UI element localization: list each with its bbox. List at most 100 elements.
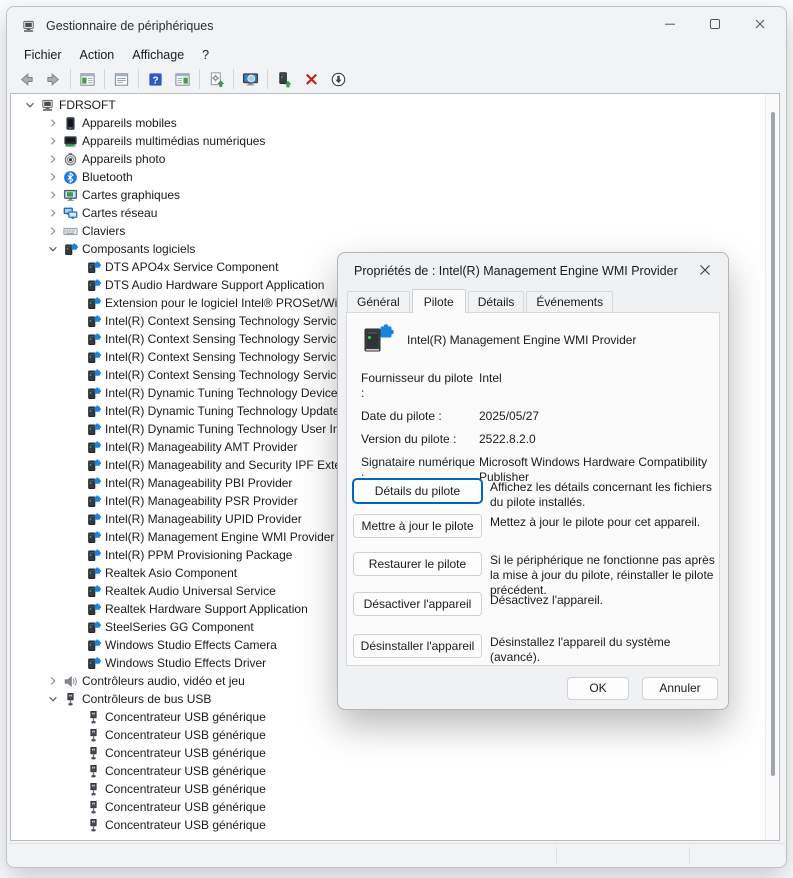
toolbar-separator xyxy=(199,69,200,89)
chevron-collapsed-icon[interactable] xyxy=(44,115,61,131)
tree-item-label: Intel(R) Manageability PSR Provider xyxy=(105,494,298,508)
properties-icon[interactable] xyxy=(108,67,135,91)
device-name: Intel(R) Management Engine WMI Provider xyxy=(407,333,636,347)
tree-item-label: DTS APO4x Service Component xyxy=(105,260,278,274)
software-component-icon xyxy=(84,493,102,509)
media-device-icon xyxy=(61,133,79,149)
chevron-expanded-icon[interactable] xyxy=(44,691,61,707)
tree-item[interactable]: Bluetooth xyxy=(11,168,764,186)
vertical-scrollbar[interactable] xyxy=(765,94,779,840)
tab-evenements[interactable]: Événements xyxy=(526,291,613,312)
tree-item[interactable]: Claviers xyxy=(11,222,764,240)
cancel-button[interactable]: Annuler xyxy=(642,677,718,700)
tree-item-label: Intel(R) PPM Provisioning Package xyxy=(105,548,292,562)
tree-item-label: Concentrateur USB générique xyxy=(105,746,266,760)
update-driver-icon[interactable] xyxy=(271,67,298,91)
driver-details-button[interactable]: Détails du pilote xyxy=(353,479,482,503)
driver-field-row: Fournisseur du pilote :Intel xyxy=(347,371,715,401)
chevron-spacer xyxy=(67,421,84,437)
forward-icon[interactable] xyxy=(40,67,67,91)
tree-item[interactable]: Concentrateur USB générique xyxy=(11,762,764,780)
tree-item-label: Composants logiciels xyxy=(82,242,195,256)
chevron-spacer xyxy=(67,529,84,545)
roll-back-driver-button[interactable]: Restaurer le pilote xyxy=(353,552,482,576)
tree-item[interactable]: Concentrateur USB générique xyxy=(11,816,764,834)
chevron-spacer xyxy=(67,619,84,635)
tree-item-label: Contrôleurs de bus USB xyxy=(82,692,211,706)
tab-pilote[interactable]: Pilote xyxy=(412,289,466,313)
tree-item[interactable]: Appareils mobiles xyxy=(11,114,764,132)
chevron-spacer xyxy=(67,295,84,311)
scrollbar-thumb[interactable] xyxy=(771,112,775,776)
tree-item[interactable]: Concentrateur USB générique xyxy=(11,780,764,798)
tree-item[interactable]: Cartes graphiques xyxy=(11,186,764,204)
disable-device-button[interactable]: Désactiver l'appareil xyxy=(353,592,482,616)
menu-affichage[interactable]: Affichage xyxy=(123,47,193,63)
software-component-icon xyxy=(84,439,102,455)
back-icon[interactable] xyxy=(13,67,40,91)
add-drivers-icon[interactable] xyxy=(203,67,230,91)
caption-buttons xyxy=(647,7,782,45)
action-pane-icon[interactable] xyxy=(169,67,196,91)
chevron-collapsed-icon[interactable] xyxy=(44,187,61,203)
tree-item-label: Concentrateur USB générique xyxy=(105,800,266,814)
chevron-spacer xyxy=(67,511,84,527)
software-component-icon xyxy=(84,295,102,311)
chevron-collapsed-icon[interactable] xyxy=(44,223,61,239)
tree-item[interactable]: Concentrateur USB générique xyxy=(11,744,764,762)
chevron-expanded-icon[interactable] xyxy=(21,97,38,113)
camera-icon xyxy=(61,151,79,167)
tab-general[interactable]: Général xyxy=(347,291,410,312)
chevron-collapsed-icon[interactable] xyxy=(44,133,61,149)
tree-item-label: Intel(R) Context Sensing Technology Serv… xyxy=(105,314,343,328)
tree-item[interactable]: FDRSOFT xyxy=(11,96,764,114)
chevron-collapsed-icon[interactable] xyxy=(44,151,61,167)
maximize-button[interactable] xyxy=(692,7,737,45)
tree-item-label: Realtek Audio Universal Service xyxy=(105,584,276,598)
tab-details[interactable]: Détails xyxy=(468,291,525,312)
show-console-tree-icon[interactable] xyxy=(74,67,101,91)
chevron-spacer xyxy=(67,403,84,419)
software-component-icon xyxy=(84,601,102,617)
keyboard-icon xyxy=(61,223,79,239)
menu-fichier[interactable]: Fichier xyxy=(15,47,71,63)
chevron-collapsed-icon[interactable] xyxy=(44,673,61,689)
update-driver-description: Mettez à jour le pilote pour cet apparei… xyxy=(490,515,716,530)
chevron-collapsed-icon[interactable] xyxy=(44,205,61,221)
chevron-expanded-icon[interactable] xyxy=(44,241,61,257)
ok-button[interactable]: OK xyxy=(567,677,629,700)
tree-item[interactable]: Appareils multimédias numériques xyxy=(11,132,764,150)
tree-item[interactable]: Concentrateur USB générique xyxy=(11,726,764,744)
close-button[interactable] xyxy=(737,7,782,45)
menu-action[interactable]: Action xyxy=(71,47,124,63)
scan-hardware-changes-icon[interactable] xyxy=(237,67,264,91)
field-label: Fournisseur du pilote : xyxy=(347,371,479,401)
chevron-spacer xyxy=(67,655,84,671)
toolbar: ? xyxy=(7,64,786,94)
field-value: Intel xyxy=(479,371,709,401)
uninstall-device-icon[interactable] xyxy=(298,67,325,91)
close-icon xyxy=(754,17,766,35)
disable-device-description: Désactivez l'appareil. xyxy=(490,593,716,608)
chevron-spacer xyxy=(67,331,84,347)
help-icon[interactable]: ? xyxy=(142,67,169,91)
tree-item-label: Intel(R) Manageability PBI Provider xyxy=(105,476,292,490)
window-title: Gestionnaire de périphériques xyxy=(46,19,213,33)
chevron-spacer xyxy=(67,763,84,779)
update-driver-button[interactable]: Mettre à jour le pilote xyxy=(353,514,482,538)
usb-icon xyxy=(84,727,102,743)
uninstall-device-button[interactable]: Désinstaller l'appareil xyxy=(353,634,482,658)
tree-item[interactable]: Cartes réseau xyxy=(11,204,764,222)
tree-item[interactable]: Concentrateur USB générique xyxy=(11,798,764,816)
dialog-close-button[interactable] xyxy=(690,258,720,284)
chevron-spacer xyxy=(67,781,84,797)
software-component-icon xyxy=(84,259,102,275)
chevron-collapsed-icon[interactable] xyxy=(44,169,61,185)
disable-device-icon[interactable] xyxy=(325,67,352,91)
toolbar-separator xyxy=(70,69,71,89)
tree-item[interactable]: Concentrateur USB générique xyxy=(11,708,764,726)
software-component-icon xyxy=(84,583,102,599)
menu-aide[interactable]: ? xyxy=(193,47,218,63)
tree-item[interactable]: Appareils photo xyxy=(11,150,764,168)
minimize-button[interactable] xyxy=(647,7,692,45)
